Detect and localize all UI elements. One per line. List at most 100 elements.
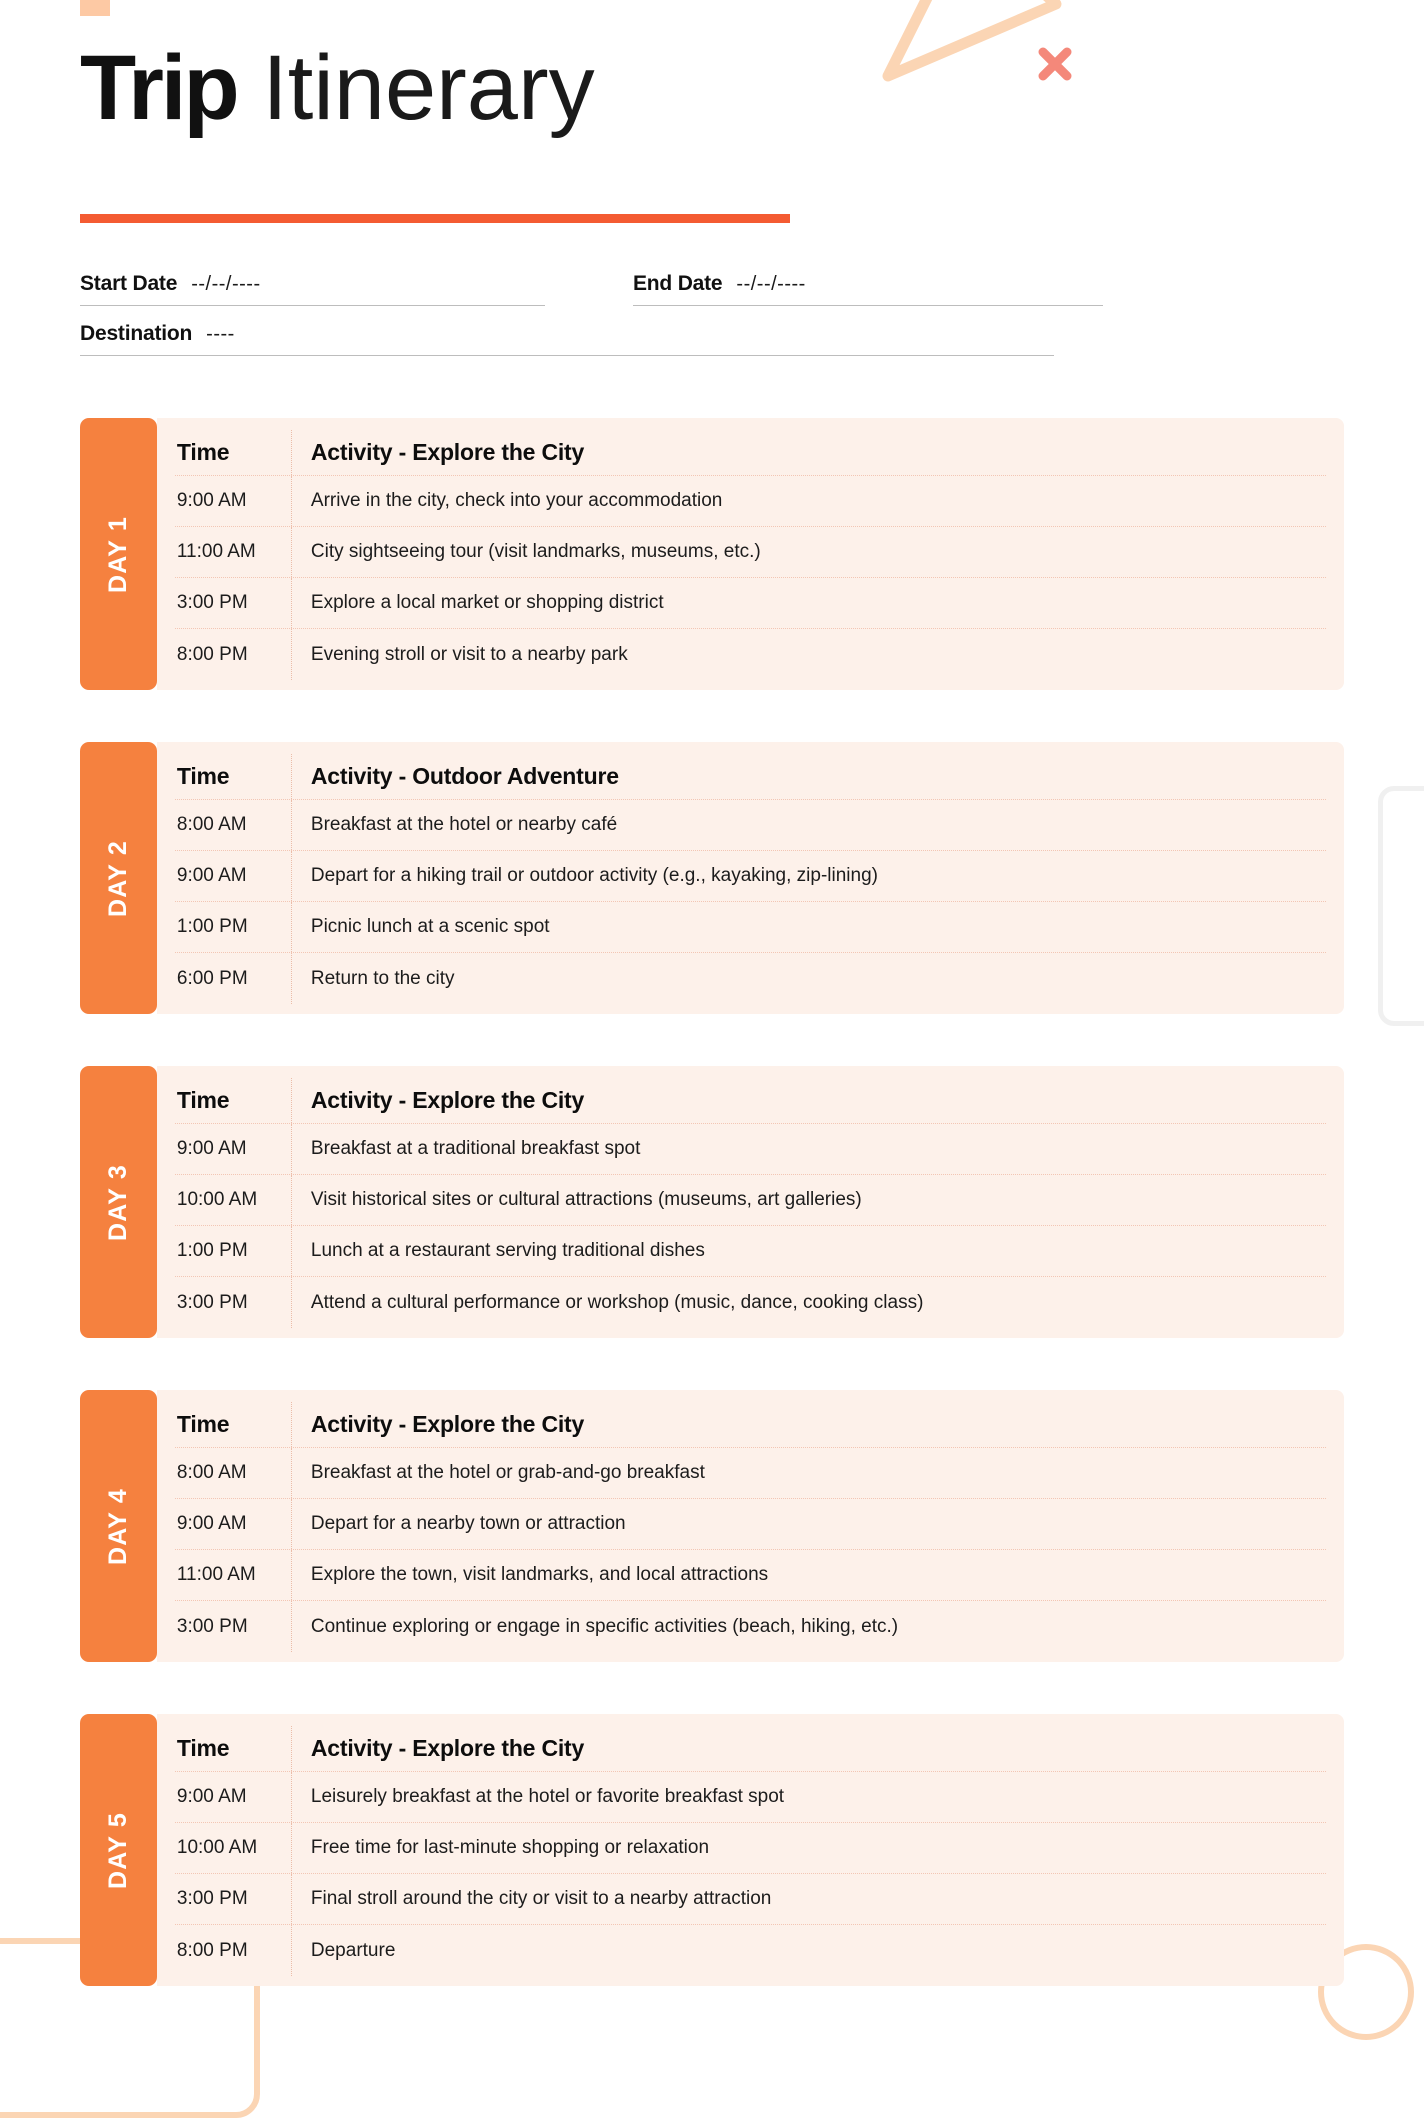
cell-time: 10:00 AM (175, 1175, 292, 1225)
table-row[interactable]: 3:00 PM Explore a local market or shoppin… (174, 578, 1326, 629)
column-header-time: Time (175, 1726, 292, 1771)
cell-activity: Depart for a hiking trail or outdoor act… (310, 865, 878, 886)
cell-time: 9:00 AM (175, 1772, 292, 1822)
table-row[interactable]: 9:00 AM Depart for a hiking trail or outd… (174, 851, 1326, 902)
table-row[interactable]: 3:00 PM Continue exploring or engage in s… (175, 1601, 1326, 1652)
cell-time: 1:00 PM (175, 902, 292, 952)
itinerary-day-list: DAY 1 Time Activity - Explore the City 9:00… (80, 418, 1344, 2038)
table-row[interactable]: 10:00 AM Visit historical sites or cultur… (174, 1175, 1326, 1226)
cell-time: 8:00 PM (175, 1925, 292, 1976)
cell-time: 11:00 AM (175, 527, 292, 577)
cell-time: 1:00 PM (175, 1226, 292, 1276)
destination-label: Destination (80, 322, 193, 345)
table-row[interactable]: 8:00 PM Evening stroll or visit to a near… (175, 629, 1326, 680)
cell-activity: Arrive in the city, check into your acco… (310, 490, 723, 511)
cell-time: 10:00 AM (175, 1823, 292, 1873)
table-row[interactable]: 11:00 AM City sightseeing tour (visit lan… (174, 527, 1326, 578)
table-header-row: Time Activity - Explore the City (174, 1726, 1326, 1772)
cell-time: 9:00 AM (175, 476, 292, 526)
cell-activity: Visit historical sites or cultural attra… (310, 1189, 862, 1210)
day-schedule-table: Time Activity - Explore the City 9:00 AM Le… (156, 1714, 1344, 1986)
cell-activity: Picnic lunch at a scenic spot (310, 916, 550, 937)
cell-time: 6:00 PM (175, 953, 292, 1004)
cell-activity: Breakfast at a traditional breakfast spo… (310, 1138, 641, 1159)
table-row[interactable]: 3:00 PM Final stroll around the city or v… (174, 1874, 1326, 1925)
table-row[interactable]: 3:00 PM Attend a cultural performance or … (175, 1277, 1326, 1328)
day-schedule-table: Time Activity - Explore the City 9:00 AM Br… (156, 1066, 1344, 1338)
cell-activity: Continue exploring or engage in specific… (310, 1615, 899, 1637)
start-date-field[interactable]: Start Date --/--/---- (80, 272, 545, 306)
cell-activity: Final stroll around the city or visit to… (310, 1888, 772, 1909)
column-header-activity: Activity - Explore the City (310, 1411, 585, 1437)
table-row[interactable]: 10:00 AM Free time for last-minute shoppi… (174, 1823, 1326, 1874)
cell-activity: Depart for a nearby town or attraction (310, 1513, 626, 1534)
day-schedule-table: Time Activity - Explore the City 9:00 AM Ar… (156, 418, 1344, 690)
day-tab[interactable]: DAY 2 (80, 742, 157, 1014)
day-tab-label: DAY 2 (103, 839, 132, 917)
title-divider-rule (80, 214, 790, 223)
table-row[interactable]: 8:00 PM Departure (175, 1925, 1326, 1976)
table-row[interactable]: 9:00 AM Arrive in the city, check into yo… (174, 476, 1326, 527)
cell-activity: Leisurely breakfast at the hotel or favo… (310, 1786, 785, 1807)
column-header-activity: Activity - Outdoor Adventure (310, 763, 619, 789)
column-header-time: Time (175, 430, 292, 475)
day-tab[interactable]: DAY 1 (80, 418, 157, 690)
start-date-value[interactable]: --/--/---- (191, 273, 260, 296)
cell-time: 9:00 AM (175, 1499, 292, 1549)
cell-activity: Breakfast at the hotel or nearby café (310, 814, 618, 835)
cell-activity: Evening stroll or visit to a nearby park (310, 643, 628, 665)
cell-activity: Attend a cultural performance or worksho… (310, 1291, 924, 1313)
cell-time: 3:00 PM (175, 1277, 292, 1328)
column-header-activity: Activity - Explore the City (310, 439, 585, 465)
table-row[interactable]: 6:00 PM Return to the city (175, 953, 1326, 1004)
corner-square-decoration (80, 0, 110, 16)
cell-activity: Return to the city (310, 967, 455, 989)
cell-time: 8:00 AM (175, 800, 292, 850)
day-tab-label: DAY 5 (103, 1811, 132, 1889)
table-row[interactable]: 9:00 AM Breakfast at a traditional breakf… (174, 1124, 1326, 1175)
table-header-row: Time Activity - Explore the City (174, 1402, 1326, 1448)
cell-time: 9:00 AM (175, 851, 292, 901)
cell-activity: Free time for last-minute shopping or re… (310, 1837, 710, 1858)
day-schedule-table: Time Activity - Outdoor Adventure 8:00 AM B… (156, 742, 1344, 1014)
day-tab[interactable]: DAY 4 (80, 1390, 157, 1662)
table-row[interactable]: 8:00 AM Breakfast at the hotel or nearby … (174, 800, 1326, 851)
day-card: DAY 4 Time Activity - Explore the City 8:00… (80, 1390, 1344, 1662)
cell-activity: Explore the town, visit landmarks, and l… (310, 1564, 769, 1585)
column-header-activity: Activity - Explore the City (310, 1087, 585, 1113)
table-header-row: Time Activity - Explore the City (174, 1078, 1326, 1124)
column-header-time: Time (175, 754, 292, 799)
page-title-light: Itinerary (262, 37, 595, 139)
table-row[interactable]: 9:00 AM Leisurely breakfast at the hotel … (174, 1772, 1326, 1823)
day-card: DAY 2 Time Activity - Outdoor Adventure 8:0… (80, 742, 1344, 1014)
cell-time: 3:00 PM (175, 1874, 292, 1924)
day-tab-label: DAY 1 (103, 515, 132, 593)
end-date-value[interactable]: --/--/---- (736, 273, 805, 296)
end-date-field[interactable]: End Date --/--/---- (633, 272, 1103, 306)
day-card: DAY 5 Time Activity - Explore the City 9:00… (80, 1714, 1344, 1986)
table-header-row: Time Activity - Outdoor Adventure (174, 754, 1326, 800)
trip-meta-fields: Start Date --/--/---- End Date --/--/---… (80, 272, 1344, 372)
table-row[interactable]: 1:00 PM Picnic lunch at a scenic spot (174, 902, 1326, 953)
destination-value[interactable]: ---- (206, 323, 235, 346)
cell-activity: Explore a local market or shopping distr… (310, 592, 664, 613)
table-row[interactable]: 8:00 AM Breakfast at the hotel or grab-an… (174, 1448, 1326, 1499)
destination-field[interactable]: Destination ---- (80, 322, 1054, 356)
day-tab[interactable]: DAY 3 (80, 1066, 157, 1338)
day-tab[interactable]: DAY 5 (80, 1714, 157, 1986)
column-header-time: Time (175, 1402, 292, 1447)
day-tab-label: DAY 3 (103, 1163, 132, 1241)
table-row[interactable]: 1:00 PM Lunch at a restaurant serving tra… (174, 1226, 1326, 1277)
meta-row-dates: Start Date --/--/---- End Date --/--/---… (80, 272, 1344, 306)
table-row[interactable]: 11:00 AM Explore the town, visit landmark… (174, 1550, 1326, 1601)
day-card: DAY 1 Time Activity - Explore the City 9:00… (80, 418, 1344, 690)
cell-activity: Departure (310, 1939, 396, 1961)
cell-time: 3:00 PM (175, 1601, 292, 1652)
end-date-label: End Date (633, 272, 723, 295)
day-schedule-table: Time Activity - Explore the City 8:00 AM Br… (156, 1390, 1344, 1662)
x-mark-decoration (1038, 47, 1072, 81)
column-header-time: Time (175, 1078, 292, 1123)
table-row[interactable]: 9:00 AM Depart for a nearby town or attra… (174, 1499, 1326, 1550)
table-header-row: Time Activity - Explore the City (174, 430, 1326, 476)
cell-time: 8:00 AM (175, 1448, 292, 1498)
